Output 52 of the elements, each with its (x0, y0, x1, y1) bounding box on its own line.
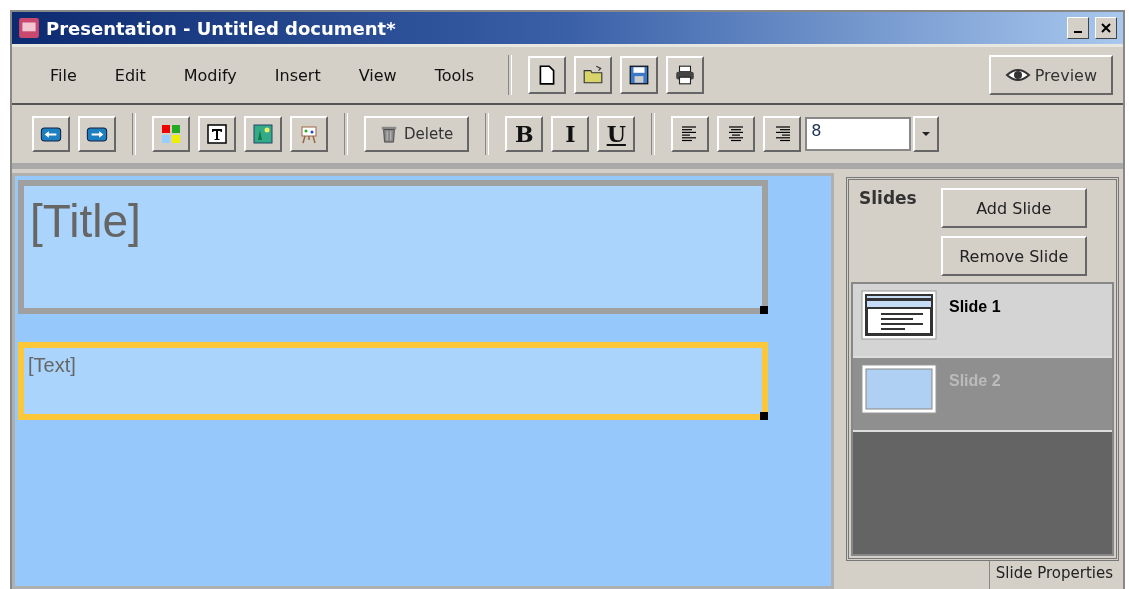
minimize-button[interactable] (1067, 17, 1089, 39)
landscape-image-icon (253, 124, 273, 144)
align-right-button[interactable] (763, 116, 802, 152)
folder-icon (582, 64, 605, 86)
letter-t-icon (207, 124, 227, 144)
text-placeholder[interactable]: [Text] (18, 342, 768, 420)
text-box-button[interactable] (198, 116, 236, 152)
add-slide-button[interactable]: Add Slide (940, 188, 1087, 228)
dropdown-button[interactable] (913, 116, 940, 152)
underline-button[interactable]: U (597, 116, 636, 152)
italic-button[interactable]: I (551, 116, 590, 152)
close-button[interactable] (1095, 17, 1117, 39)
layout-button[interactable] (152, 116, 190, 152)
menu-item[interactable]: File (50, 65, 77, 85)
menu-item[interactable]: View (358, 65, 397, 85)
bold-button[interactable]: B (505, 116, 544, 152)
trash-can-icon (380, 124, 398, 144)
new-file-button[interactable] (528, 56, 567, 94)
align-left-button[interactable] (671, 116, 710, 152)
remove-slide-button[interactable]: Remove Slide (940, 236, 1087, 276)
font-size-field[interactable]: 8 (805, 117, 912, 151)
easel-icon (299, 124, 319, 144)
slide-item[interactable]: Slide 1 (853, 284, 1112, 358)
resize-handle[interactable] (760, 412, 768, 420)
back-arrow-button[interactable] (32, 116, 70, 152)
app-icon (18, 17, 40, 39)
resize-handle[interactable] (760, 306, 768, 314)
slide-label: Slide 1 (949, 297, 1001, 317)
menu-item[interactable]: Edit (114, 65, 146, 85)
menu-item[interactable]: Insert (274, 65, 321, 85)
minimize-icon (1074, 31, 1082, 33)
align-center-button[interactable] (717, 116, 756, 152)
close-icon (1100, 22, 1112, 34)
image-button[interactable] (244, 116, 282, 152)
print-button[interactable] (666, 56, 705, 94)
color-grid-icon (161, 124, 181, 144)
delete-button[interactable]: Delete (364, 116, 470, 152)
preview-button[interactable]: Preview (988, 55, 1113, 95)
eye-icon (1004, 68, 1031, 82)
printer-icon (674, 64, 697, 86)
forward-arrow-button[interactable] (78, 116, 116, 152)
menu-item[interactable]: Modify (183, 65, 237, 85)
panel-heading: Slides (859, 188, 917, 210)
easel-button[interactable] (290, 116, 328, 152)
save-button[interactable] (620, 56, 659, 94)
window-title: Presentation - Untitled document* (46, 17, 397, 39)
title-placeholder[interactable]: [Title] (18, 180, 768, 314)
open-button[interactable] (574, 56, 613, 94)
menu-item[interactable]: Tools (434, 65, 475, 85)
placeholder-text: [Text] (27, 353, 77, 377)
caret-icon (921, 131, 932, 137)
placeholder-text: [Title] (29, 194, 142, 248)
